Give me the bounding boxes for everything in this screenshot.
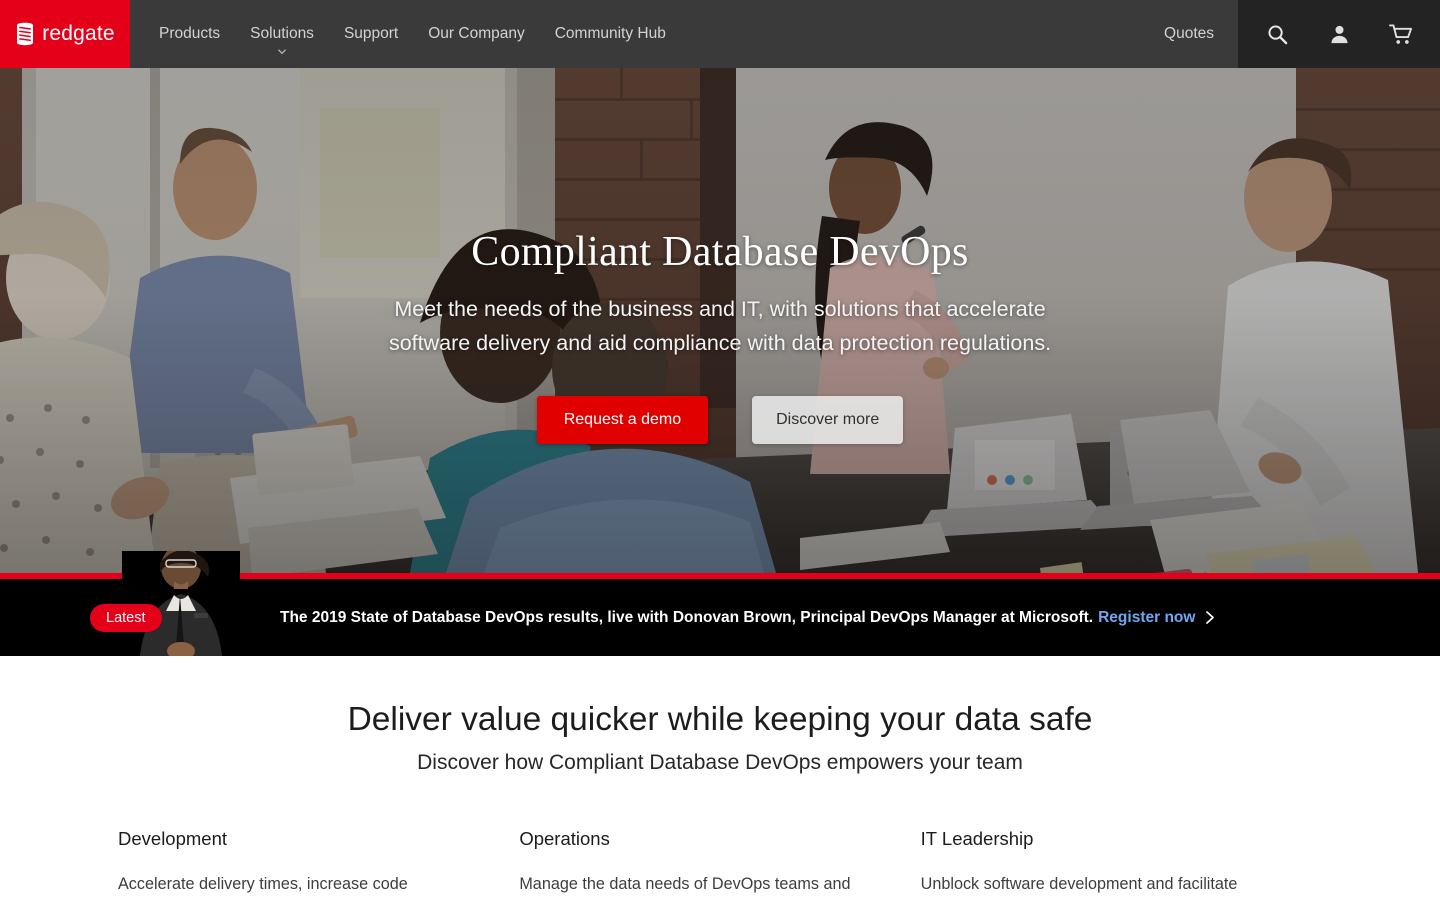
chevron-down-icon <box>278 43 287 55</box>
search-icon[interactable] <box>1256 0 1298 68</box>
column-heading: Operations <box>519 828 610 850</box>
register-now-link[interactable]: Register now <box>1098 609 1195 627</box>
column-body: Accelerate delivery times, increase code… <box>118 875 408 894</box>
promo-headline: The 2019 State of Database DevOps result… <box>280 608 1094 626</box>
hero-content: Compliant Database DevOps Meet the needs… <box>0 228 1440 445</box>
column-body: Unblock software development and facilit… <box>920 875 1238 894</box>
promo-banner: Latest The 2019 State of Database DevOps… <box>0 551 1440 656</box>
column-heading: IT Leadership <box>920 828 1034 850</box>
nav-item-solutions[interactable]: Solutions <box>235 0 329 68</box>
hero-subtitle-line-1: Meet the needs of the business and IT, w… <box>394 297 1046 322</box>
nav-icon-strip <box>1238 0 1440 68</box>
hero-title: Compliant Database DevOps <box>471 229 969 275</box>
account-person-icon[interactable] <box>1318 0 1360 68</box>
column-it-leadership: IT Leadership Unblock software developme… <box>921 828 1322 900</box>
column-development: Development Accelerate delivery times, i… <box>118 828 519 900</box>
column-heading: Development <box>118 828 228 850</box>
section-subtitle: Discover how Compliant Database DevOps e… <box>417 751 1023 775</box>
redgate-logo[interactable]: redgate <box>0 0 130 68</box>
promo-text-row: The 2019 State of Database DevOps result… <box>280 609 1216 627</box>
logo-wordmark: redgate <box>42 22 115 45</box>
primary-nav-links: Products Solutions Support Our Company C… <box>130 0 681 68</box>
top-navigation-bar: redgate Products Solutions Support Our C… <box>0 0 1440 68</box>
column-operations: Operations Manage the data needs of DevO… <box>519 828 920 900</box>
section-title: Deliver value quicker while keeping your… <box>347 701 1093 738</box>
request-a-demo-button[interactable]: Request a demo <box>536 396 709 445</box>
nav-item-products[interactable]: Products <box>144 0 235 68</box>
shopping-cart-icon[interactable] <box>1380 0 1422 68</box>
nav-item-our-company[interactable]: Our Company <box>413 0 539 68</box>
chevron-right-icon <box>1205 610 1216 625</box>
nav-item-support[interactable]: Support <box>329 0 413 68</box>
latest-badge[interactable]: Latest <box>90 603 162 632</box>
nav-item-community-hub[interactable]: Community Hub <box>540 0 681 68</box>
discover-more-button[interactable]: Discover more <box>752 396 904 445</box>
hero-subtitle: Meet the needs of the business and IT, w… <box>0 292 1440 360</box>
hero-subtitle-line-2: software delivery and aid compliance wit… <box>388 331 1052 356</box>
database-logo-icon <box>15 22 35 46</box>
value-section: Deliver value quicker while keeping your… <box>0 656 1440 900</box>
audience-columns: Development Accelerate delivery times, i… <box>0 828 1440 900</box>
hero-button-group: Request a demo Discover more <box>0 396 1440 445</box>
column-body: Manage the data needs of DevOps teams an… <box>519 875 851 894</box>
nav-item-quotes[interactable]: Quotes <box>1146 0 1238 68</box>
hero-banner: Compliant Database DevOps Meet the needs… <box>0 68 1440 573</box>
